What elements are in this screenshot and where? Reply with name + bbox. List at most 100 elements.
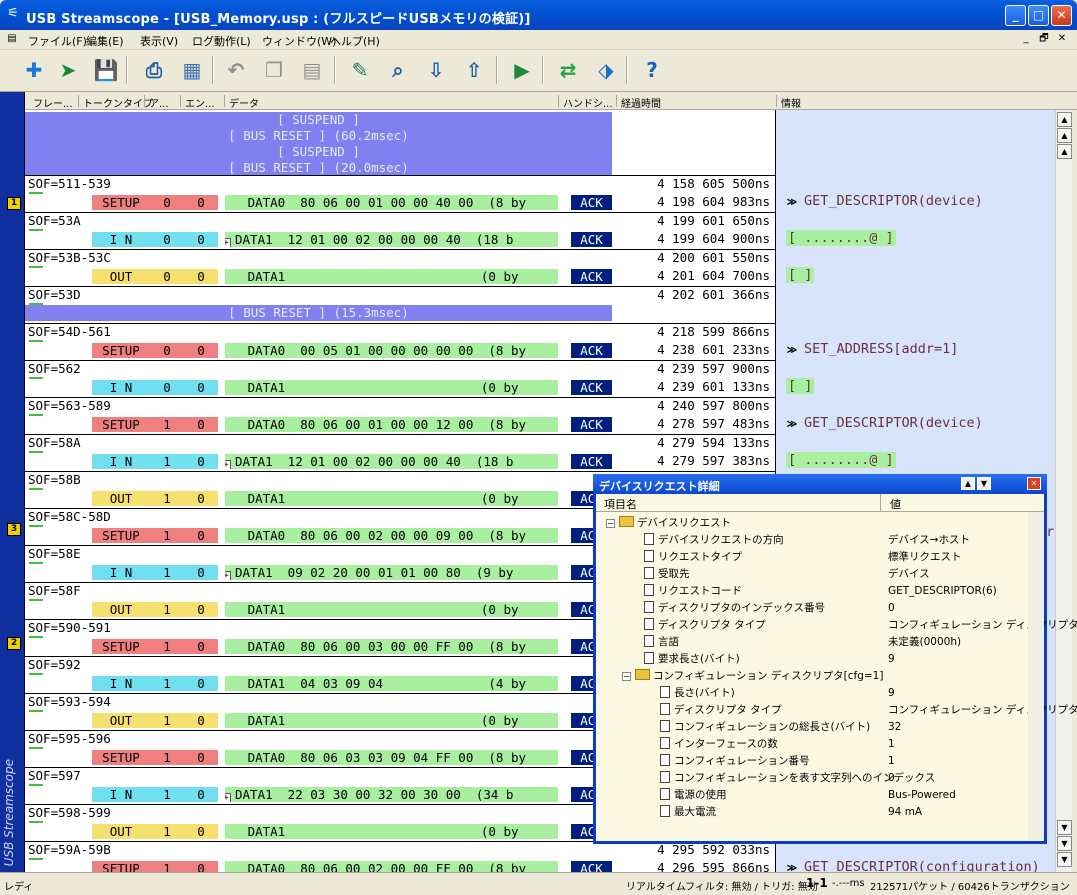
expand-icon[interactable]: + xyxy=(225,460,231,469)
expand-icon[interactable]: + xyxy=(225,793,231,802)
new-icon[interactable]: ✚ xyxy=(18,54,50,86)
data-cell[interactable]: DATA1 (0 by xyxy=(225,269,558,284)
sof-label[interactable]: SOF=511-539 xyxy=(28,176,111,191)
expand-icon[interactable]: + xyxy=(225,571,231,580)
token-in[interactable]: I N xyxy=(92,380,150,395)
token-in[interactable]: I N xyxy=(92,565,150,580)
connect-icon[interactable]: ⇄ xyxy=(552,54,584,86)
sof-label[interactable]: SOF=59A-59B xyxy=(28,842,111,857)
data-cell[interactable]: DATA1 (0 by xyxy=(225,602,558,617)
data-cell[interactable]: DATA1 (0 by xyxy=(225,491,558,506)
zoom-icon[interactable]: ⌕ xyxy=(382,54,414,86)
export-icon[interactable]: ⬗ xyxy=(590,54,622,86)
detail-row[interactable]: 要求長さ(バイト) xyxy=(622,651,740,668)
token-setup[interactable]: SETUP xyxy=(92,528,150,543)
print-preview-icon[interactable]: ▦ xyxy=(176,54,208,86)
sof-label[interactable]: SOF=54D-561 xyxy=(28,324,111,339)
detail-row[interactable]: 最大電流 xyxy=(638,804,716,821)
mdi-minimize-icon[interactable]: _ xyxy=(1018,32,1034,46)
detail-row[interactable]: 言語 xyxy=(622,634,679,651)
sof-label[interactable]: SOF=58A xyxy=(28,435,81,450)
sof-label[interactable]: SOF=58F xyxy=(28,583,81,598)
device-request-detail-dialog[interactable]: デバイスリクエスト詳細 ▲ ▼ ✕ 項目名 値 − デバイスリクエスト デバイスリク… xyxy=(593,474,1077,844)
column-header-4[interactable]: データ xyxy=(229,95,259,110)
scroll-bottom-icon[interactable]: ▼ xyxy=(1057,852,1072,867)
column-header-2[interactable]: ア... xyxy=(149,95,169,110)
maximize-button[interactable]: □ xyxy=(1028,5,1049,26)
sof-label[interactable]: SOF=597 xyxy=(28,768,81,783)
column-header-0[interactable]: フレー... xyxy=(33,95,73,110)
save-icon[interactable]: 💾 xyxy=(90,54,122,86)
menu-item-5[interactable]: ヘルプ(H) xyxy=(330,33,380,49)
data-cell[interactable]: + DATA1 12 01 00 02 00 00 00 40 (18 b xyxy=(225,232,558,247)
bus-event[interactable]: [ SUSPEND ] xyxy=(25,112,612,128)
column-header-6[interactable]: 経過時間 xyxy=(621,95,661,110)
vertical-scrollbar[interactable]: ▲ ▲ ▲ ▼ ▼ ▼ xyxy=(1055,110,1072,872)
info-entry[interactable]: ≫ GET_DESCRIPTOR(configuration) xyxy=(786,859,1040,872)
detail-row[interactable]: 長さ(バイト) xyxy=(638,685,735,702)
detail-row[interactable]: インターフェースの数 xyxy=(638,736,778,753)
data-cell[interactable]: DATA1 (0 by xyxy=(225,824,558,839)
handshake-ack[interactable]: ACK xyxy=(571,454,612,469)
detail-row[interactable]: ディスクリプタ タイプ xyxy=(622,617,766,634)
data-cell[interactable]: DATA0 80 06 00 02 00 00 FF 00 (8 by xyxy=(225,861,558,872)
token-setup[interactable]: SETUP xyxy=(92,639,150,654)
token-in[interactable]: I N xyxy=(92,454,150,469)
scroll-top-icon[interactable]: ▲ xyxy=(1057,112,1072,127)
token-setup[interactable]: SETUP xyxy=(92,861,150,872)
column-header-7[interactable]: 情報 xyxy=(781,95,801,110)
token-out[interactable]: OUT xyxy=(92,269,150,284)
bus-event[interactable]: [ BUS RESET ] (60.2msec) xyxy=(25,128,612,144)
handshake-ack[interactable]: ACK xyxy=(571,343,612,358)
token-out[interactable]: OUT xyxy=(92,602,150,617)
annotate-icon[interactable]: ✎ xyxy=(344,54,376,86)
column-header-5[interactable]: ハンドシ... xyxy=(563,95,613,110)
token-in[interactable]: I N xyxy=(92,232,150,247)
info-entry[interactable]: ≫ GET_DESCRIPTOR(device) xyxy=(786,415,983,431)
menu-item-3[interactable]: ログ動作(L) xyxy=(192,33,251,49)
detail-row[interactable]: リクエストコード xyxy=(622,583,742,600)
minimize-button[interactable]: _ xyxy=(1005,5,1026,26)
sof-label[interactable]: SOF=53D xyxy=(28,287,81,302)
token-out[interactable]: OUT xyxy=(92,824,150,839)
info-entry[interactable]: [ ] xyxy=(786,378,815,394)
info-entry[interactable]: [ ] xyxy=(786,267,815,283)
sof-label[interactable]: SOF=595-596 xyxy=(28,731,111,746)
detail-row[interactable]: − デバイスリクエスト xyxy=(606,515,731,532)
menu-item-2[interactable]: 表示(V) xyxy=(140,33,178,49)
info-entry[interactable]: [ ........@ ] xyxy=(786,230,896,246)
detail-row[interactable]: 受取先 xyxy=(622,566,690,583)
detail-row[interactable]: 電源の使用 xyxy=(638,787,727,804)
info-entry[interactable]: ≫ GET_DESCRIPTOR(device) xyxy=(786,193,983,209)
dialog-close-icon[interactable]: ✕ xyxy=(1027,477,1041,490)
play-icon[interactable]: ▶ xyxy=(506,54,538,86)
data-cell[interactable]: DATA1 04 03 09 04 (4 by xyxy=(225,676,558,691)
sof-label[interactable]: SOF=598-599 xyxy=(28,805,111,820)
handshake-ack[interactable]: ACK xyxy=(571,269,612,284)
close-button[interactable]: ✕ xyxy=(1051,5,1072,26)
dialog-down-icon[interactable]: ▼ xyxy=(977,477,991,490)
data-cell[interactable]: DATA0 80 06 00 01 00 00 40 00 (8 by xyxy=(225,195,558,210)
open-icon[interactable]: ➤ xyxy=(52,54,84,86)
token-in[interactable]: I N xyxy=(92,676,150,691)
copy-icon[interactable]: ❐ xyxy=(258,54,290,86)
handshake-ack[interactable]: ACK xyxy=(571,232,612,247)
frame-marker[interactable]: 2 xyxy=(7,637,21,650)
data-cell[interactable]: DATA0 80 06 00 01 00 00 12 00 (8 by xyxy=(225,417,558,432)
token-in[interactable]: I N xyxy=(92,787,150,802)
paste-icon[interactable]: ▤ xyxy=(296,54,328,86)
scroll-up-icon[interactable]: ▲ xyxy=(1057,144,1072,159)
handshake-ack[interactable]: ACK xyxy=(571,861,612,872)
data-cell[interactable]: DATA0 80 06 00 02 00 00 09 00 (8 by xyxy=(225,528,558,543)
help-icon[interactable]: ? xyxy=(636,54,668,86)
column-header-3[interactable]: エン... xyxy=(185,95,215,110)
handshake-ack[interactable]: ACK xyxy=(571,417,612,432)
detail-row[interactable]: ディスクリプタ タイプ xyxy=(638,702,782,719)
sof-label[interactable]: SOF=590-591 xyxy=(28,620,111,635)
data-cell[interactable]: + DATA1 22 03 30 00 32 00 30 00 (34 b xyxy=(225,787,558,802)
menu-item-0[interactable]: ファイル(F) xyxy=(28,33,87,49)
data-cell[interactable]: + DATA1 09 02 20 00 01 01 00 80 (9 by xyxy=(225,565,558,580)
collapse-icon[interactable]: − xyxy=(622,672,631,681)
token-setup[interactable]: SETUP xyxy=(92,417,150,432)
frame-marker[interactable]: 1 xyxy=(7,197,21,210)
